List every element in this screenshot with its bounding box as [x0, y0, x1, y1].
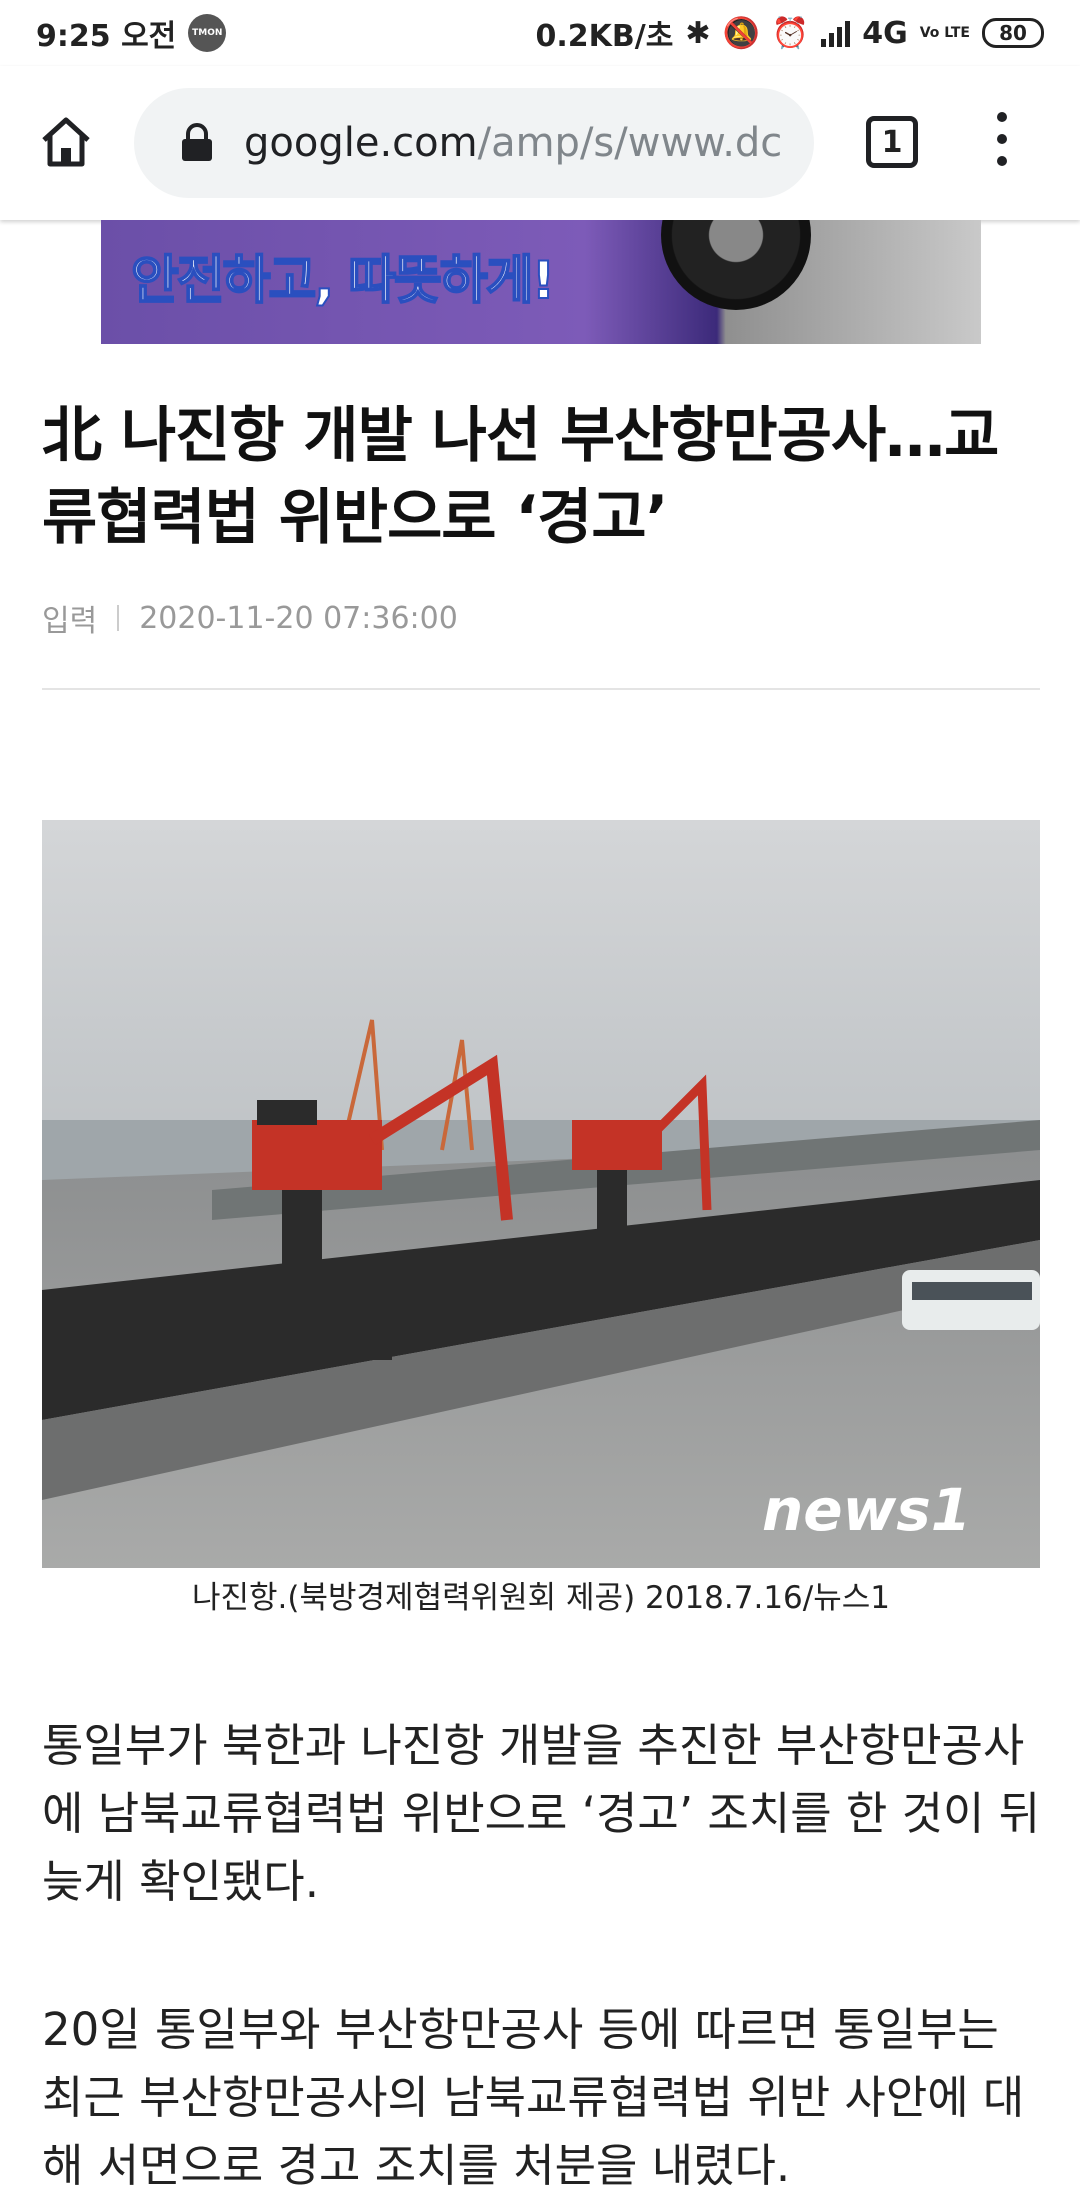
ad-banner[interactable]: 안전하고, 따뜻하게! — [101, 220, 981, 344]
ad-tire-image — [661, 220, 811, 310]
article-meta: 입력 2020-11-20 07:36:00 — [42, 596, 458, 640]
ad-headline: 안전하고, 따뜻하게! — [130, 250, 556, 312]
status-right: 0.2KB/초 ✱ 🔕 ⏰ 4G Vo LTE 80 — [536, 11, 1044, 55]
photo-watermark: news1 — [762, 1476, 971, 1544]
tab-switcher-button[interactable]: 1 — [866, 116, 918, 168]
volte-icon: Vo LTE — [919, 25, 970, 41]
url-path: /amp/s/www.dc — [477, 120, 783, 166]
status-time: 9:25 오전 — [36, 19, 177, 54]
status-bar: 9:25 오전 TMON 0.2KB/초 ✱ 🔕 ⏰ 4G Vo LTE 80 — [0, 0, 1080, 66]
home-icon[interactable] — [38, 114, 94, 170]
lock-icon[interactable] — [180, 123, 214, 163]
signal-strength-icon — [821, 19, 851, 47]
meta-label: 입력 — [42, 604, 98, 639]
photo-caption: 나진항.(북방경제협력위원회 제공) 2018.7.16/뉴스1 — [191, 1580, 890, 1616]
url-bar[interactable]: google.com/amp/s/www.dc — [134, 88, 814, 198]
mute-bell-icon: 🔕 — [722, 15, 760, 51]
alarm-clock-icon: ⏰ — [771, 15, 810, 51]
article-paragraph-1: 통일부가 북한과 나진항 개발을 추진한 부산항만공사에 남북교류협력법 위반으… — [42, 1719, 1041, 1908]
status-left: 9:25 오전 TMON — [36, 11, 227, 55]
article-title: 北 나진항 개발 나선 부산항만공사…교류협력법 위반으로 ‘경고’ — [42, 401, 999, 553]
network-type: 4G — [862, 15, 908, 51]
meta-divider — [117, 605, 120, 631]
network-speed: 0.2KB/초 — [535, 19, 674, 54]
tmon-notification-icon: TMON — [188, 14, 227, 52]
bluetooth-icon: ✱ — [685, 15, 711, 51]
url-text[interactable]: google.com/amp/s/www.dc — [244, 120, 784, 166]
browser-toolbar: google.com/amp/s/www.dc 1 — [0, 66, 1080, 220]
more-menu-icon[interactable] — [990, 112, 1014, 172]
header-divider — [42, 688, 1040, 690]
article-photo: news1 — [42, 820, 1040, 1568]
battery-icon: 80 — [982, 18, 1044, 48]
article-paragraph-2: 20일 통일부와 부산항만공사 등에 따르면 통일부는 최근 부산항만공사의 남… — [42, 2003, 1025, 2192]
article-date: 2020-11-20 07:36:00 — [139, 600, 458, 636]
url-host: google.com — [244, 120, 478, 166]
